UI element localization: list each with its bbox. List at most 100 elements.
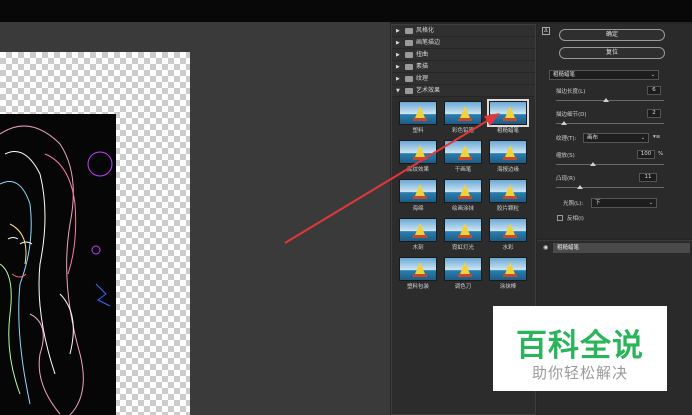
watermark-subtitle: 助你轻松解决 <box>531 364 628 382</box>
filter-category-label: 素描 <box>416 62 429 70</box>
filter-category[interactable]: ▶ 风格化 <box>392 25 535 37</box>
filter-thumbnail-label: 涂抹棒 <box>499 284 517 290</box>
sailboat-hull <box>458 118 472 121</box>
reset-button[interactable]: 复位 <box>559 47 665 59</box>
stroke-length-slider-handle[interactable] <box>603 98 609 102</box>
scaling-input[interactable]: 100 <box>637 150 655 159</box>
sailboat-hull <box>503 118 517 121</box>
sailboat-sail <box>460 223 470 235</box>
filter-preview-image <box>399 140 437 164</box>
sailboat-sail <box>415 223 425 235</box>
relief-input[interactable]: 11 <box>639 173 657 182</box>
scaling-label: 缩放(S) <box>556 153 575 159</box>
filter-thumbnail[interactable]: 彩色铅笔 <box>442 101 484 137</box>
invert-label: 反相(I) <box>567 216 584 222</box>
filter-thumbnail-label: 水彩 <box>502 245 514 251</box>
chevron-down-icon: ⌄ <box>648 200 653 206</box>
relief-slider-handle[interactable] <box>577 185 583 189</box>
filter-thumbnail[interactable]: 海报边缘 <box>487 140 529 176</box>
stroke-length-input[interactable]: 6 <box>647 86 661 95</box>
filter-thumbnail[interactable]: 塑料包装 <box>397 257 439 293</box>
stroke-detail-slider-track[interactable] <box>556 123 664 124</box>
sailboat-sail <box>460 145 470 157</box>
filter-select[interactable]: 粗糙蜡笔 ⌄ <box>549 70 659 80</box>
relief-slider-track[interactable] <box>556 187 664 188</box>
filter-category[interactable]: ▶ 素描 <box>392 61 535 73</box>
filter-thumbnail[interactable]: 调色刀 <box>442 257 484 293</box>
collapse-icon[interactable]: Δ <box>542 27 550 35</box>
filter-thumbnail[interactable]: 底纹效果 <box>397 140 439 176</box>
effect-layer-row[interactable]: 粗糙蜡笔 <box>553 243 690 253</box>
sailboat-hull <box>503 235 517 238</box>
texture-select[interactable]: 画布 ⌄ <box>583 133 649 143</box>
filter-preview-image <box>489 140 527 164</box>
filter-thumbnail-label: 粗糙蜡笔 <box>496 128 519 134</box>
sailboat-hull <box>503 196 517 199</box>
sailboat-sail <box>415 106 425 118</box>
filter-preview-image <box>444 179 482 203</box>
relief-label: 凸现(R) <box>556 176 576 182</box>
filter-preview-image <box>399 179 437 203</box>
light-select[interactable]: 下 ⌄ <box>591 198 657 208</box>
preview-area[interactable] <box>0 22 390 415</box>
sailboat-sail <box>505 262 515 274</box>
filter-select-value: 粗糙蜡笔 <box>553 72 576 78</box>
filter-category-label: 艺术效果 <box>416 86 441 94</box>
filter-preview-image <box>489 218 527 242</box>
filter-thumbnail-label: 底纹效果 <box>406 167 429 173</box>
filter-category-label: 扭曲 <box>416 50 429 58</box>
stroke-detail-input[interactable]: 2 <box>647 109 661 118</box>
filter-category[interactable]: ▶ 扭曲 <box>392 49 535 61</box>
filter-category[interactable]: ▶ 画笔描边 <box>392 37 535 49</box>
filter-thumbnail[interactable]: 海绵 <box>397 179 439 215</box>
filter-thumbnail[interactable]: 干画笔 <box>442 140 484 176</box>
stroke-length-slider-track[interactable] <box>556 100 664 101</box>
scaling-slider-handle[interactable] <box>590 162 596 166</box>
filter-thumbnail[interactable]: 绘画涂抹 <box>442 179 484 215</box>
sailboat-hull <box>503 157 517 160</box>
stroke-detail-label: 描边细节(D) <box>556 112 587 118</box>
light-select-value: 下 <box>595 200 601 206</box>
scaling-slider-track[interactable] <box>556 164 664 165</box>
sailboat-hull <box>458 274 472 277</box>
filter-thumbnail-label: 塑料 <box>412 128 424 134</box>
filter-preview-image <box>444 218 482 242</box>
filter-category[interactable]: ▼ 艺术效果 <box>392 85 535 97</box>
sailboat-sail <box>460 262 470 274</box>
invert-checkbox[interactable] <box>557 215 563 221</box>
filter-thumbnail-label: 木刻 <box>412 245 424 251</box>
triangle-down-icon: ▼ <box>396 87 400 94</box>
filter-thumbnail[interactable]: 木刻 <box>397 218 439 254</box>
triangle-right-icon: ▶ <box>396 51 400 58</box>
texture-label: 纹理(T): <box>556 136 577 142</box>
filter-thumbnail[interactable]: 粗糙蜡笔 <box>487 99 529 137</box>
filter-thumbnail[interactable]: 胶片颗粒 <box>487 179 529 215</box>
preview-artwork <box>0 114 116 415</box>
filter-thumbnail[interactable]: 水彩 <box>487 218 529 254</box>
eye-icon[interactable]: ◉ <box>543 244 548 251</box>
sailboat-sail <box>460 184 470 196</box>
filter-category-label: 风格化 <box>416 26 435 34</box>
filter-thumbnail-label: 彩色铅笔 <box>451 128 474 134</box>
triangle-right-icon: ▶ <box>396 75 400 82</box>
filter-thumbnail-label: 干画笔 <box>454 167 472 173</box>
filter-thumbnail-label: 海绵 <box>412 206 424 212</box>
filter-preview-image <box>399 257 437 281</box>
filter-thumbnail[interactable]: 塑料 <box>397 101 439 137</box>
texture-menu-icon[interactable]: ▾≡ <box>653 134 660 140</box>
filter-thumbnail-label: 调色刀 <box>454 284 472 290</box>
sailboat-hull <box>413 235 427 238</box>
folder-icon <box>405 75 413 82</box>
photoshop-filter-gallery-window: ▶ 风格化 ▶ 画笔描边 ▶ 扭曲 ▶ 素描 ▶ 纹理 ▼ 艺术效果 塑料 彩色铅笔 粗糙蜡笔 底纹效果 干画… <box>0 0 692 415</box>
stroke-detail-slider-handle[interactable] <box>561 121 567 125</box>
chevron-down-icon: ⌄ <box>650 72 655 78</box>
filter-thumbnail-label: 霓虹灯光 <box>451 245 474 251</box>
filter-thumbnail[interactable]: 涂抹棒 <box>487 257 529 293</box>
neon-girl-illustration <box>0 125 113 415</box>
triangle-right-icon: ▶ <box>396 27 400 34</box>
filter-thumbnail[interactable]: 霓虹灯光 <box>442 218 484 254</box>
sailboat-hull <box>458 235 472 238</box>
filter-category[interactable]: ▶ 纹理 <box>392 73 535 85</box>
stroke-length-label: 描边长度(L) <box>556 89 586 95</box>
ok-button[interactable]: 确定 <box>559 29 665 41</box>
